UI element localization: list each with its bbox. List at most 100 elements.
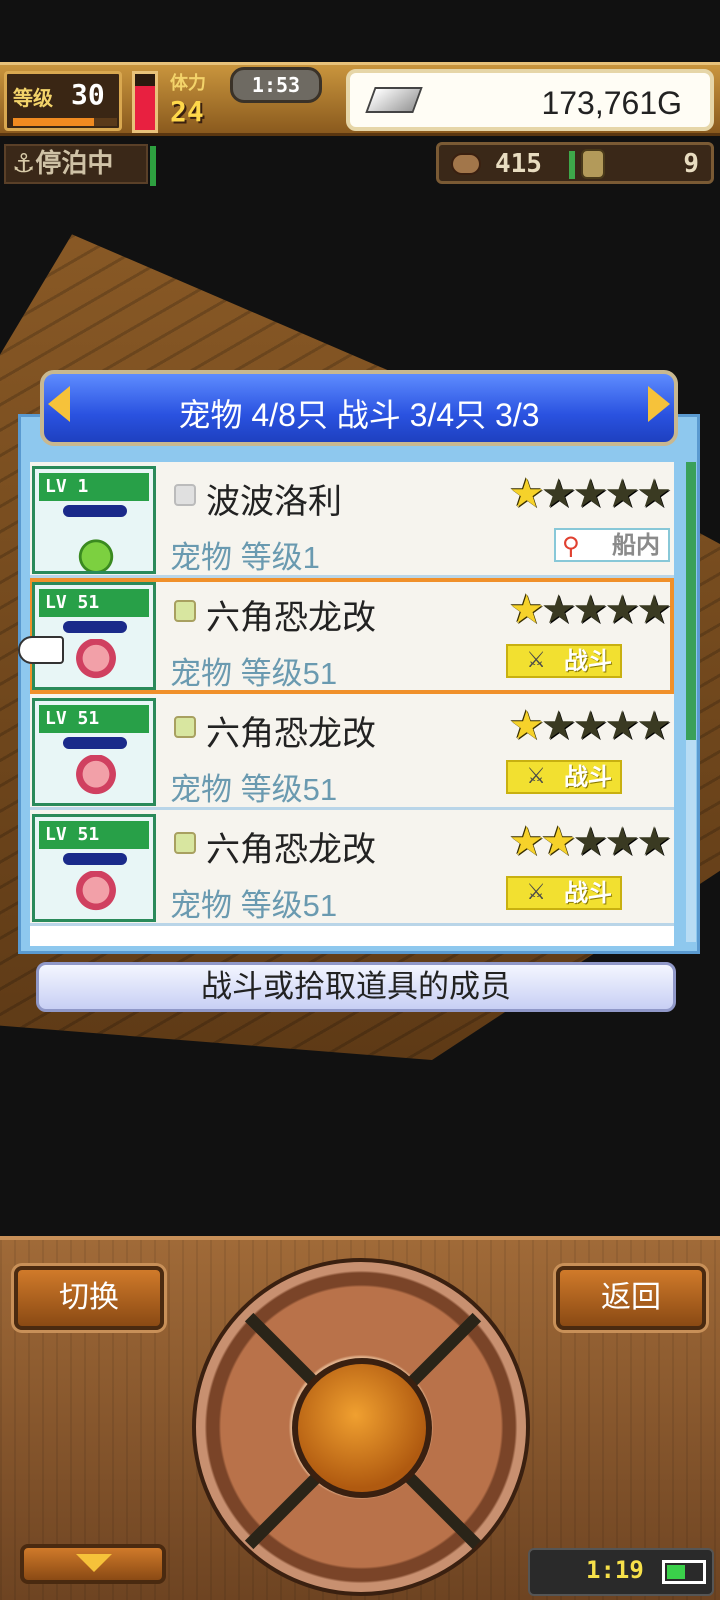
pet-avatar: LV 1 xyxy=(32,466,156,574)
dpad[interactable] xyxy=(192,1258,530,1596)
pet-name: 六角恐龙改 xyxy=(206,715,376,753)
rarity-stars: ★★★★★ xyxy=(508,703,672,749)
avatar-hp-bar xyxy=(63,621,127,633)
pet-row-3[interactable]: LV 51 六角恐龙改 宠物 等级51 ★★★★★ ⚔ 战斗 xyxy=(30,810,674,926)
battery-fill xyxy=(667,1565,685,1579)
scrollbar-thumb[interactable] xyxy=(686,462,696,741)
avatar-level: LV 1 xyxy=(39,473,149,501)
pet-row-2[interactable]: LV 51 六角恐龙改 宠物 等级51 ★★★★★ ⚔ 战斗 xyxy=(30,694,674,810)
avatar-level: LV 51 xyxy=(39,589,149,617)
location-badge-label: 船内 xyxy=(612,531,660,559)
star-empty-icon: ★ xyxy=(604,819,640,865)
star-empty-icon: ★ xyxy=(540,703,577,749)
game-clock: 1:53 xyxy=(230,67,322,103)
axolotl-sprite-icon xyxy=(63,639,129,687)
pet-name: 六角恐龙改 xyxy=(206,599,376,637)
star-empty-icon: ★ xyxy=(604,703,640,749)
star-empty-icon: ★ xyxy=(636,703,672,749)
top-status-bar: 等级 30 体力 24 1:53 173,761G xyxy=(0,62,720,136)
star-empty-icon: ★ xyxy=(636,819,672,865)
slime-sprite-icon xyxy=(63,523,129,571)
avatar-level: LV 51 xyxy=(39,821,149,849)
rarity-stars: ★★★★★ xyxy=(508,587,672,633)
battle-badge: ⚔ 战斗 xyxy=(506,760,622,794)
player-level-box: 等级 30 xyxy=(4,71,122,131)
stamina-gauge xyxy=(132,71,158,133)
next-page-arrow-icon[interactable] xyxy=(648,386,670,422)
star-empty-icon: ★ xyxy=(572,471,608,517)
avatar-hp-bar xyxy=(63,853,127,865)
pet-level: 宠物 等级1 xyxy=(170,540,320,575)
sword-icon: ⚔ xyxy=(526,880,546,905)
star-filled-icon: ★ xyxy=(540,819,577,865)
exp-bar xyxy=(13,118,117,126)
star-empty-icon: ★ xyxy=(572,819,608,865)
menu-down-button[interactable] xyxy=(20,1544,166,1584)
battery-icon xyxy=(662,1560,706,1584)
pet-row-1[interactable]: LV 51 六角恐龙改 宠物 等级51 ★★★★★ ⚔ 战斗 xyxy=(30,578,674,694)
device-time: 1:19 xyxy=(586,1556,644,1584)
docked-status-label: 停泊中 xyxy=(35,149,114,179)
avatar-hp-bar xyxy=(63,737,127,749)
stamina-gauge-fill xyxy=(135,86,155,130)
element-icon xyxy=(174,832,196,854)
level-label: 等级 xyxy=(13,86,53,110)
status-indicator xyxy=(150,146,156,186)
element-icon xyxy=(174,600,196,622)
battle-badge: ⚔ 战斗 xyxy=(506,876,622,910)
star-empty-icon: ★ xyxy=(572,587,608,633)
star-empty-icon: ★ xyxy=(540,471,577,517)
food-icon xyxy=(451,153,481,175)
pet-avatar: LV 51 xyxy=(32,814,156,922)
star-empty-icon: ★ xyxy=(540,587,577,633)
resource-stats: 415 9 xyxy=(436,142,714,184)
battle-badge-label: 战斗 xyxy=(564,647,612,675)
pointer-hand-icon xyxy=(18,636,64,664)
medal-value: 9 xyxy=(683,149,699,179)
hint-bar: 战斗或拾取道具的成员 xyxy=(36,962,676,1012)
pet-level: 宠物 等级51 xyxy=(170,888,338,923)
star-filled-icon: ★ xyxy=(508,819,545,865)
pet-list: LV 1 波波洛利 宠物 等级1 ★★★★★ ⚲ 船内 LV 51 六角恐龙改 宠… xyxy=(30,462,674,946)
pet-panel-title: 宠物 4/8只 战斗 3/4只 3/3 xyxy=(178,397,540,433)
docked-status: ⚓停泊中 xyxy=(4,144,148,184)
pet-row-0[interactable]: LV 1 波波洛利 宠物 等级1 ★★★★★ ⚲ 船内 xyxy=(30,462,674,578)
rarity-stars: ★★★★★ xyxy=(508,819,672,865)
stat-separator xyxy=(569,151,575,179)
star-empty-icon: ★ xyxy=(604,471,640,517)
exp-bar-fill xyxy=(13,118,95,126)
battle-badge: ⚔ 战斗 xyxy=(506,644,622,678)
sword-icon: ⚔ xyxy=(526,648,546,673)
pet-level: 宠物 等级51 xyxy=(170,656,338,691)
dpad-center-button[interactable] xyxy=(292,1358,432,1498)
medal-icon xyxy=(581,149,605,179)
silver-bar-icon xyxy=(365,87,423,113)
star-filled-icon: ★ xyxy=(508,587,545,633)
anchor-icon: ⚓ xyxy=(12,149,36,179)
pet-avatar: LV 51 xyxy=(32,698,156,806)
axolotl-sprite-icon xyxy=(63,871,129,919)
device-status: 1:19 xyxy=(528,1548,714,1596)
axolotl-sprite-icon xyxy=(63,755,129,803)
star-empty-icon: ★ xyxy=(604,587,640,633)
pin-icon: ⚲ xyxy=(562,532,580,560)
pet-name: 波波洛利 xyxy=(206,483,342,521)
food-value: 415 xyxy=(495,149,542,179)
battle-badge-label: 战斗 xyxy=(564,763,612,791)
star-filled-icon: ★ xyxy=(508,471,545,517)
sword-icon: ⚔ xyxy=(526,764,546,789)
money-box: 173,761G xyxy=(346,69,714,131)
chevron-down-icon xyxy=(76,1554,112,1572)
stamina-label: 体力 xyxy=(170,73,206,94)
pet-name: 六角恐龙改 xyxy=(206,831,376,869)
avatar-hp-bar xyxy=(63,505,127,517)
rarity-stars: ★★★★★ xyxy=(508,471,672,517)
switch-button[interactable]: 切换 xyxy=(14,1266,164,1330)
element-icon xyxy=(174,716,196,738)
pet-panel-header: 宠物 4/8只 战斗 3/4只 3/3 xyxy=(40,370,678,446)
pet-list-scrollbar[interactable] xyxy=(686,462,696,942)
star-filled-icon: ★ xyxy=(508,703,545,749)
avatar-level: LV 51 xyxy=(39,705,149,733)
money-value: 173,761G xyxy=(541,85,682,121)
back-button[interactable]: 返回 xyxy=(556,1266,706,1330)
